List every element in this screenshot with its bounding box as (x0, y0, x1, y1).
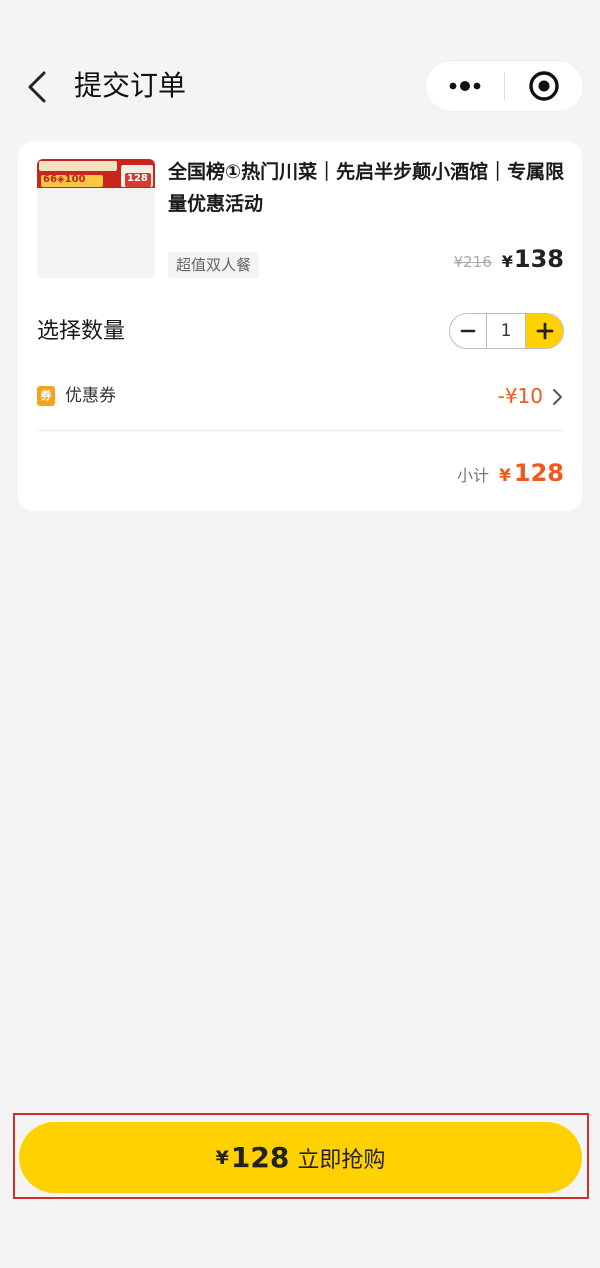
coupon-label: 优惠券 (65, 386, 116, 406)
divider (37, 430, 565, 431)
quantity-stepper: 1 (449, 313, 564, 349)
thumbnail-text-right: 128 (127, 173, 148, 184)
chevron-right-icon (553, 389, 562, 405)
subtotal-currency: ¥ (499, 466, 511, 486)
product-tag: 超值双人餐 (168, 252, 260, 278)
current-price: 138 (513, 245, 564, 273)
currency-symbol: ¥ (501, 252, 513, 271)
buy-now-button[interactable]: ¥ 128 立即抢购 (19, 1122, 582, 1193)
close-button[interactable] (505, 60, 583, 112)
increase-button[interactable] (526, 314, 563, 348)
buy-amount: 128 (230, 1141, 290, 1174)
nav-bar: 提交订单 (0, 0, 600, 140)
product-name: 全国榜①热门川菜｜先启半步颠小酒馆｜专属限量优惠活动 (168, 161, 565, 215)
buy-label: 立即抢购 (297, 1147, 386, 1173)
decrease-button[interactable] (450, 314, 486, 348)
subtotal-amount: 128 (513, 459, 564, 487)
original-price: ¥216 (453, 253, 492, 271)
coupon-badge-icon: 券 (37, 386, 55, 406)
order-card: 66◈100 128 全国榜①热门川菜｜先启半步颠小酒馆｜专属限量优惠活动 超值… (18, 141, 582, 511)
subtotal: 小计 ¥ 128 (457, 459, 564, 487)
quantity-label: 选择数量 (37, 319, 126, 344)
plus-icon (536, 322, 553, 340)
quantity-value[interactable]: 1 (486, 314, 526, 348)
minus-icon (460, 329, 476, 333)
target-close-icon (529, 71, 559, 101)
coupon-discount: -¥10 (497, 384, 543, 408)
mini-program-capsule (425, 60, 584, 112)
page-title: 提交订单 (74, 69, 187, 102)
thumbnail-strip (39, 161, 117, 171)
chevron-left-icon (28, 71, 46, 103)
product-price: ¥216 ¥ 138 (454, 245, 564, 273)
thumbnail-text-left: 66◈100 (43, 174, 86, 185)
subtotal-label: 小计 (457, 466, 490, 485)
back-button[interactable] (22, 68, 52, 106)
product-thumbnail[interactable]: 66◈100 128 (37, 159, 155, 278)
more-button[interactable] (426, 60, 504, 112)
coupon-row[interactable]: 券 优惠券 -¥10 (37, 383, 565, 413)
more-dots-icon (449, 81, 481, 91)
buy-currency: ¥ (215, 1146, 229, 1169)
